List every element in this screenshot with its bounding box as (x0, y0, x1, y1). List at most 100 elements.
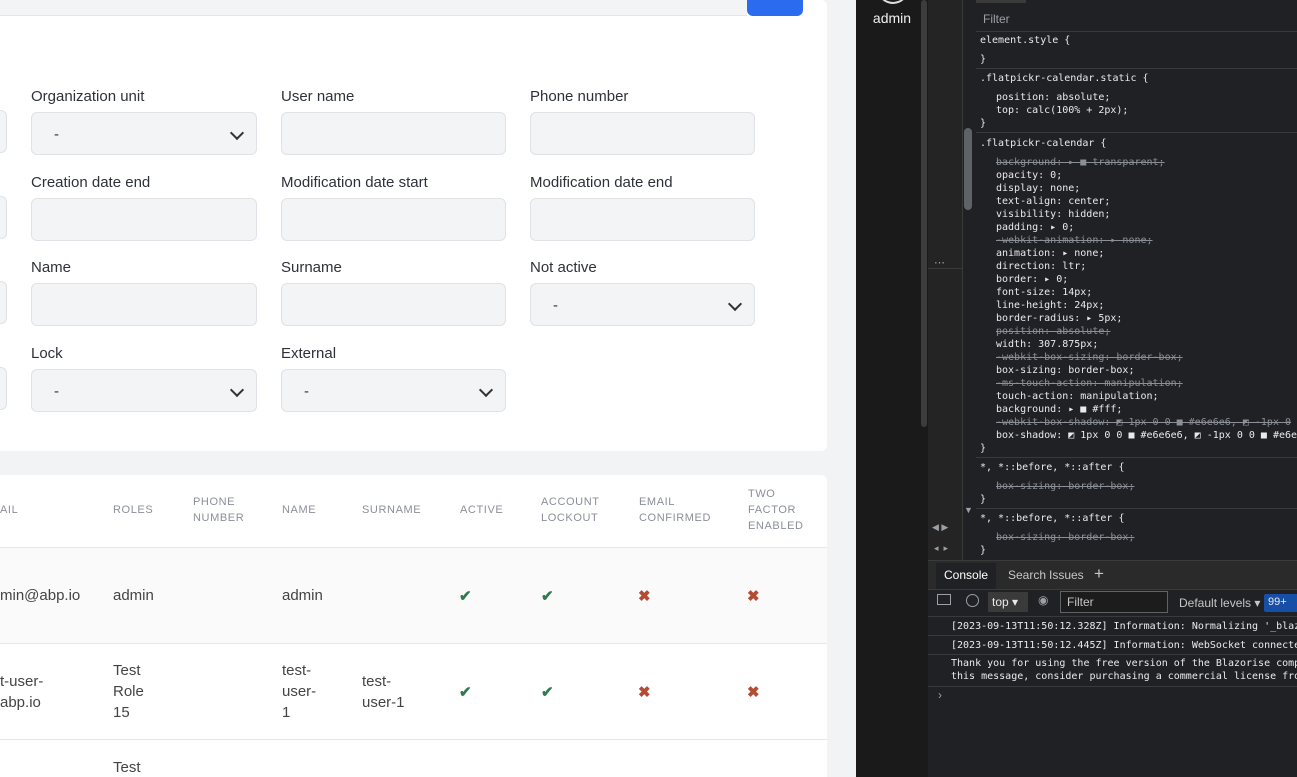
clear-console-icon[interactable] (966, 594, 979, 607)
check-icon: ✔ (541, 684, 554, 701)
search-input[interactable] (0, 0, 747, 16)
css-property[interactable]: top: calc(100% + 2px); (996, 104, 1128, 117)
css-property[interactable]: box-sizing: border-box; (996, 480, 1134, 493)
check-icon: ✔ (541, 588, 554, 605)
console-prompt[interactable]: › (938, 688, 942, 702)
user-name[interactable]: admin (856, 10, 928, 26)
scroll-down-icon[interactable]: ▼ (964, 505, 973, 515)
user-name-input[interactable] (281, 112, 506, 155)
css-property[interactable]: -webkit-animation: ▸ none; (996, 234, 1153, 247)
column-header-two-factor-enabled[interactable]: TWO FACTOR ENABLED (748, 486, 804, 534)
css-property[interactable]: border: ▸ 0; (996, 273, 1068, 286)
chevron-down-icon (727, 296, 743, 312)
rule-selector[interactable]: *, *::before, *::after { (980, 512, 1125, 525)
css-property[interactable]: padding: ▸ 0; (996, 221, 1074, 234)
console-message-text: [2023-09-13T11:50:12.445Z] Information: … (951, 640, 1297, 651)
scroll-arrows-icon[interactable]: ◀ ▶ (932, 522, 948, 533)
css-property[interactable]: box-sizing: border-box; (996, 531, 1134, 544)
avatar[interactable] (877, 0, 909, 4)
modification-date-start-input[interactable] (281, 198, 506, 241)
css-property[interactable]: position: absolute; (996, 325, 1110, 338)
scrollbar-thumb[interactable] (921, 0, 927, 427)
external-select[interactable]: - (281, 369, 506, 412)
tab-console[interactable]: Console (936, 563, 997, 589)
check-icon: ✔ (459, 588, 472, 605)
column-header-phone-number[interactable]: PHONE NUMBER (193, 494, 244, 526)
column-header-text: ACCOUNT (541, 496, 600, 508)
cell-text: Test (113, 662, 141, 679)
console-message-text: this message, consider purchasing a comm… (951, 671, 1297, 682)
creation-date-end-input[interactable] (31, 198, 257, 241)
filter-field-stub[interactable] (0, 110, 7, 153)
surname-input[interactable] (281, 283, 506, 326)
rule-selector[interactable]: element.style { (980, 34, 1070, 47)
tab-search[interactable]: Search (1008, 568, 1046, 582)
search-button[interactable] (747, 0, 803, 16)
name-input[interactable] (31, 283, 257, 326)
cross-icon: ✖ (747, 684, 760, 701)
console-filter-input[interactable]: Filter (1060, 591, 1168, 613)
css-property[interactable]: border-radius: ▸ 5px; (996, 312, 1122, 325)
cell-text: user- (282, 683, 317, 700)
css-property[interactable]: line-height: 24px; (996, 299, 1104, 312)
css-property[interactable]: box-shadow: ◩ 1px 0 0 ■ #e6e6e6, ◩ -1px … (996, 429, 1297, 442)
console-message-text: [2023-09-13T11:50:12.328Z] Information: … (951, 621, 1297, 632)
devtools-panel: ⋯ ◀ ▶ ◂ ▸ ▼ Filter element.style { } .fl… (928, 0, 1297, 777)
css-property[interactable]: opacity: 0; (996, 169, 1062, 182)
css-property[interactable]: background: ▸ ■ transparent; (996, 156, 1165, 169)
column-header-email[interactable]: AIL (0, 502, 18, 518)
css-property[interactable]: background: ▸ ■ #fff; (996, 403, 1122, 416)
context-selector[interactable]: top ▾ (988, 592, 1028, 612)
css-property[interactable]: position: absolute; (996, 91, 1110, 104)
rule-selector[interactable]: .flatpickr-calendar.static { (980, 72, 1149, 85)
cell-text: 1 (282, 704, 291, 721)
filter-field-stub[interactable] (0, 196, 7, 239)
org-unit-label: Organization unit (31, 88, 145, 105)
filter-field-stub[interactable] (0, 281, 7, 324)
column-header-account-lockout[interactable]: ACCOUNT LOCKOUT (541, 494, 600, 526)
tab-issues[interactable]: Issues (1049, 568, 1084, 582)
eye-icon[interactable]: ◉ (1038, 593, 1048, 607)
css-property[interactable]: font-size: 14px; (996, 286, 1092, 299)
css-property[interactable]: display: none; (996, 182, 1080, 195)
rule-selector[interactable]: *, *::before, *::after { (980, 461, 1125, 474)
phone-number-input[interactable] (530, 112, 755, 155)
css-property[interactable]: -webkit-box-sizing: border-box; (996, 351, 1183, 364)
chevron-down-icon (229, 125, 245, 141)
scroll-arrows-icon[interactable]: ◂ ▸ (934, 543, 948, 554)
lock-select[interactable]: - (31, 369, 257, 412)
column-header-email-confirmed[interactable]: EMAIL CONFIRMED (639, 494, 711, 526)
org-unit-select[interactable]: - (31, 112, 257, 155)
issues-badge[interactable]: 99+ (1264, 594, 1297, 612)
log-levels-dropdown[interactable]: Default levels ▾ (1179, 596, 1260, 610)
add-tab-icon[interactable]: + (1094, 564, 1104, 584)
styles-filter-placeholder: Filter (983, 12, 1010, 26)
column-header-surname[interactable]: SURNAME (362, 502, 421, 518)
css-property[interactable]: animation: ▸ none; (996, 247, 1104, 260)
cell-text: test- (282, 662, 312, 679)
css-property[interactable]: direction: ltr; (996, 260, 1086, 273)
rule-divider (976, 68, 1297, 69)
css-property[interactable]: touch-action: manipulation; (996, 390, 1159, 403)
page-scrollbar[interactable] (921, 0, 927, 427)
column-header-active[interactable]: ACTIVE (460, 502, 503, 518)
css-property[interactable]: box-sizing: border-box; (996, 364, 1134, 377)
css-property[interactable]: width: 307.875px; (996, 338, 1098, 351)
rule-selector[interactable]: .flatpickr-calendar { (980, 137, 1106, 150)
css-property[interactable]: text-align: center; (996, 195, 1110, 208)
sidebar-toggle-icon[interactable] (937, 594, 951, 605)
styles-filter-input[interactable]: Filter (976, 5, 1297, 32)
css-property[interactable]: -ms-touch-action: manipulation; (996, 377, 1183, 390)
column-header-name[interactable]: NAME (282, 502, 316, 518)
modification-date-end-input[interactable] (530, 198, 755, 241)
cell-text: Role (113, 683, 144, 700)
not-active-select[interactable]: - (530, 283, 755, 326)
column-header-text: LOCKOUT (541, 512, 599, 524)
css-property[interactable]: visibility: hidden; (996, 208, 1110, 221)
cell-text: 15 (113, 704, 130, 721)
styles-scrollbar-thumb[interactable] (964, 128, 972, 210)
cell-text: test- (362, 673, 392, 690)
filter-field-stub[interactable] (0, 367, 7, 410)
css-property[interactable]: -webkit-box-shadow: ◩ 1px 0 0 ■ #e6e6e6,… (996, 416, 1291, 429)
column-header-roles[interactable]: ROLES (113, 502, 153, 518)
